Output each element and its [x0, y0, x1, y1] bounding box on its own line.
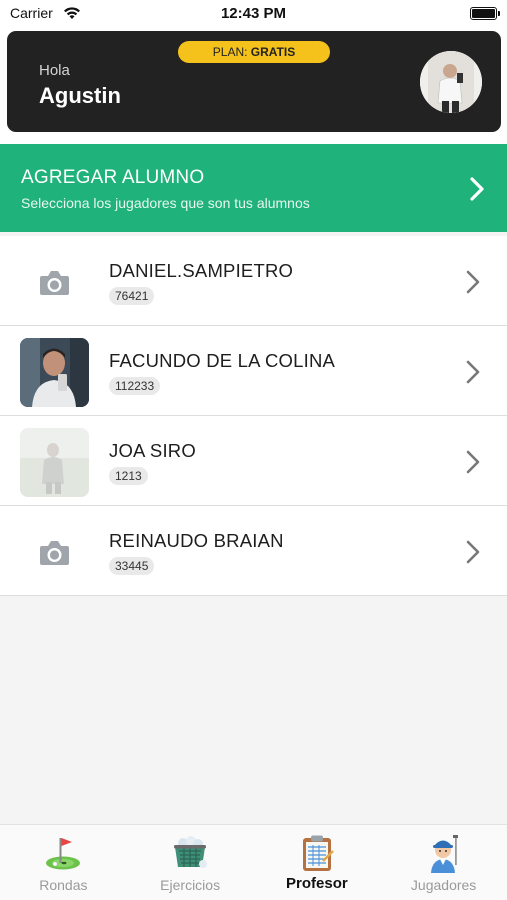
- student-id-badge: 1213: [109, 467, 148, 485]
- status-bar: Carrier 12:43 PM: [0, 0, 507, 28]
- student-list: DANIEL.SAMPIETRO 76421 FACUNDO DE LA COL…: [0, 236, 507, 596]
- greeting-text: Hola: [39, 62, 70, 79]
- ball-basket-icon: [173, 836, 207, 868]
- profile-avatar[interactable]: [420, 51, 482, 113]
- golfer-icon: [431, 835, 459, 873]
- student-name: REINAUDO BRAIAN: [109, 530, 284, 551]
- student-row[interactable]: JOA SIRO 1213: [0, 416, 507, 506]
- student-id-badge: 112233: [109, 377, 161, 395]
- tab-bar: Rondas Ejercicios Profesor Jugadores: [0, 824, 507, 900]
- student-name: JOA SIRO: [109, 440, 196, 461]
- tab-jugadores[interactable]: Jugadores: [380, 825, 507, 900]
- student-row[interactable]: REINAUDO BRAIAN 33445: [0, 506, 507, 596]
- student-id-badge: 76421: [109, 287, 155, 305]
- chevron-right-icon: [466, 540, 480, 564]
- plan-value: GRATIS: [250, 45, 296, 59]
- camera-placeholder-icon: [20, 248, 89, 317]
- tab-label: Profesor: [286, 875, 348, 892]
- profile-header: PLAN: GRATIS Hola Agustin: [7, 31, 501, 132]
- tab-rondas[interactable]: Rondas: [0, 825, 127, 900]
- battery-icon: [470, 7, 500, 20]
- tab-profesor[interactable]: Profesor: [254, 825, 381, 900]
- chevron-right-icon: [466, 360, 480, 384]
- student-photo: [20, 428, 89, 497]
- golf-flag-icon: [46, 838, 80, 870]
- student-row[interactable]: FACUNDO DE LA COLINA 112233: [0, 326, 507, 416]
- chevron-right-icon: [466, 450, 480, 474]
- student-name: FACUNDO DE LA COLINA: [109, 350, 336, 371]
- status-time: 12:43 PM: [220, 5, 287, 22]
- add-student-subtitle: Selecciona los jugadores que son tus alu…: [21, 195, 310, 211]
- add-student-title: AGREGAR ALUMNO: [21, 167, 205, 188]
- add-student-banner[interactable]: AGREGAR ALUMNO Selecciona los jugadores …: [0, 144, 507, 232]
- user-name: Agustin: [39, 83, 121, 108]
- chevron-right-icon: [470, 177, 484, 201]
- tab-label: Jugadores: [410, 877, 477, 893]
- tab-label: Rondas: [39, 877, 88, 893]
- student-id-badge: 33445: [109, 557, 155, 575]
- tab-ejercicios[interactable]: Ejercicios: [127, 825, 254, 900]
- chevron-right-icon: [466, 270, 480, 294]
- student-row[interactable]: DANIEL.SAMPIETRO 76421: [0, 236, 507, 326]
- student-photo: [20, 338, 89, 407]
- camera-placeholder-icon: [20, 518, 89, 587]
- tab-label: Ejercicios: [160, 877, 221, 893]
- clipboard-icon: [302, 835, 334, 871]
- plan-prefix: PLAN:: [212, 45, 251, 59]
- plan-badge[interactable]: PLAN: GRATIS: [178, 41, 330, 63]
- student-name: DANIEL.SAMPIETRO: [109, 260, 294, 281]
